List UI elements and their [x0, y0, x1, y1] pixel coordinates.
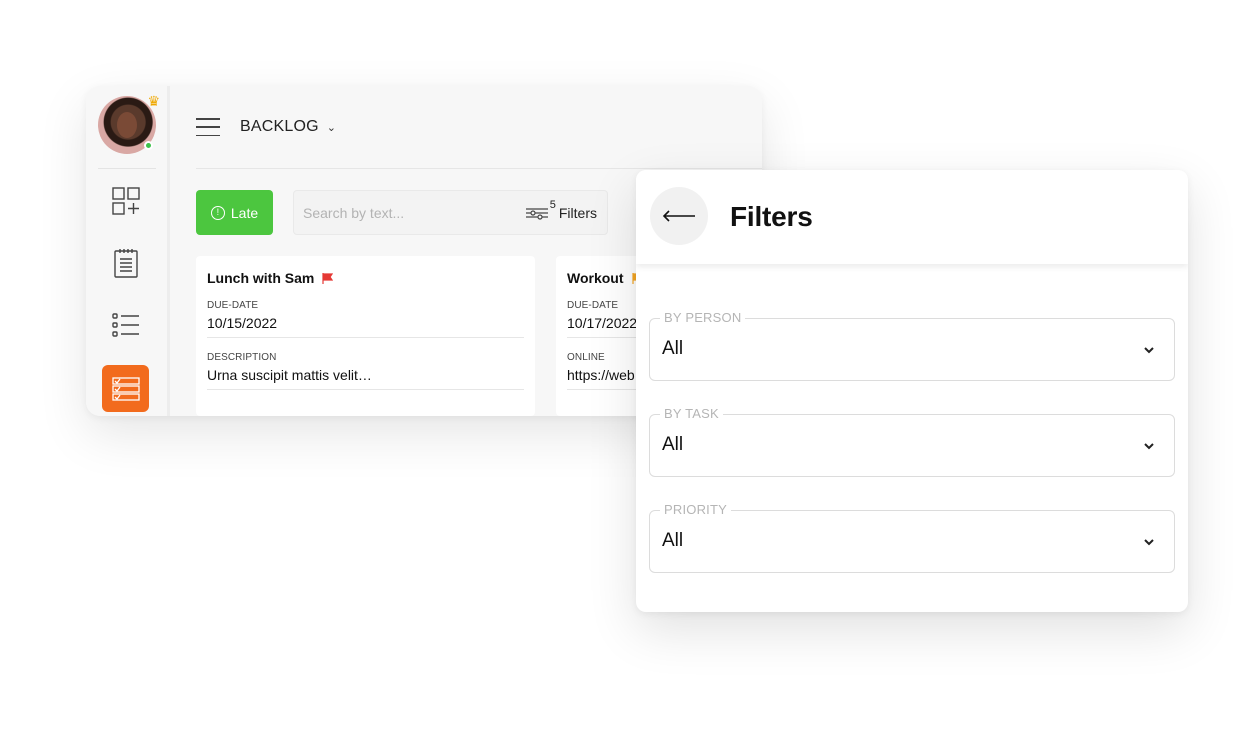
select-value: All: [662, 434, 684, 455]
online-status-dot: [144, 141, 153, 150]
crown-icon: ♛: [147, 93, 160, 109]
select-value: All: [662, 338, 684, 359]
card-title-row: Lunch with Sam: [207, 270, 524, 286]
priority-select[interactable]: PRIORITY All: [649, 502, 1175, 573]
by-task-select[interactable]: BY TASK All: [649, 406, 1175, 477]
sidebar-rail: ♛: [86, 86, 170, 416]
board-icon[interactable]: [102, 365, 149, 412]
chevron-down-icon[interactable]: ⌄: [327, 121, 336, 134]
late-button[interactable]: ! Late: [196, 190, 273, 235]
field-label: DUE-DATE: [207, 300, 259, 311]
hamburger-menu-icon[interactable]: [196, 118, 220, 136]
by-person-select[interactable]: BY PERSON All: [649, 310, 1175, 381]
red-flag-icon: [322, 272, 334, 284]
avatar-face: [117, 112, 137, 138]
field-label: DESCRIPTION: [207, 352, 277, 363]
topbar: BACKLOG ⌄: [196, 114, 336, 140]
select-value: All: [662, 530, 684, 551]
filters-header: Filters: [636, 170, 1188, 264]
task-card[interactable]: Lunch with Sam DUE-DATE 10/15/2022 DESCR…: [196, 256, 535, 416]
select-label: BY PERSON: [660, 310, 746, 325]
select-label: BY TASK: [660, 406, 723, 421]
card-title: Lunch with Sam: [207, 270, 315, 286]
field-value: 10/15/2022: [207, 315, 524, 338]
search-placeholder: Search by text...: [303, 204, 405, 221]
chevron-down-icon: [1144, 539, 1154, 546]
sliders-icon[interactable]: 5: [525, 199, 556, 220]
view-title[interactable]: BACKLOG: [240, 118, 319, 136]
chevron-down-icon: [1144, 347, 1154, 354]
rail-divider: [98, 168, 156, 169]
dashboard-add-icon[interactable]: [109, 184, 143, 218]
back-button[interactable]: [650, 187, 708, 245]
list-icon[interactable]: [109, 308, 143, 342]
arrow-left-icon: [662, 210, 695, 222]
filters-button[interactable]: Filters: [559, 205, 597, 221]
panel-title: Filters: [730, 201, 813, 232]
filters-panel: Filters BY PERSON All BY TASK All PRIORI…: [636, 170, 1188, 612]
chevron-down-icon: [1144, 443, 1154, 450]
header-divider: [196, 168, 762, 169]
card-title: Workout: [567, 270, 624, 286]
field-value: Urna suscipit mattis velit…: [207, 367, 524, 390]
alert-clock-icon: !: [210, 205, 225, 220]
filter-count-badge: 5: [549, 198, 556, 211]
notepad-icon[interactable]: [109, 246, 143, 280]
avatar[interactable]: ♛: [98, 94, 160, 154]
search-input[interactable]: Search by text... 5 Filters: [293, 190, 608, 235]
select-label: PRIORITY: [660, 502, 731, 517]
late-button-label: Late: [230, 204, 259, 221]
